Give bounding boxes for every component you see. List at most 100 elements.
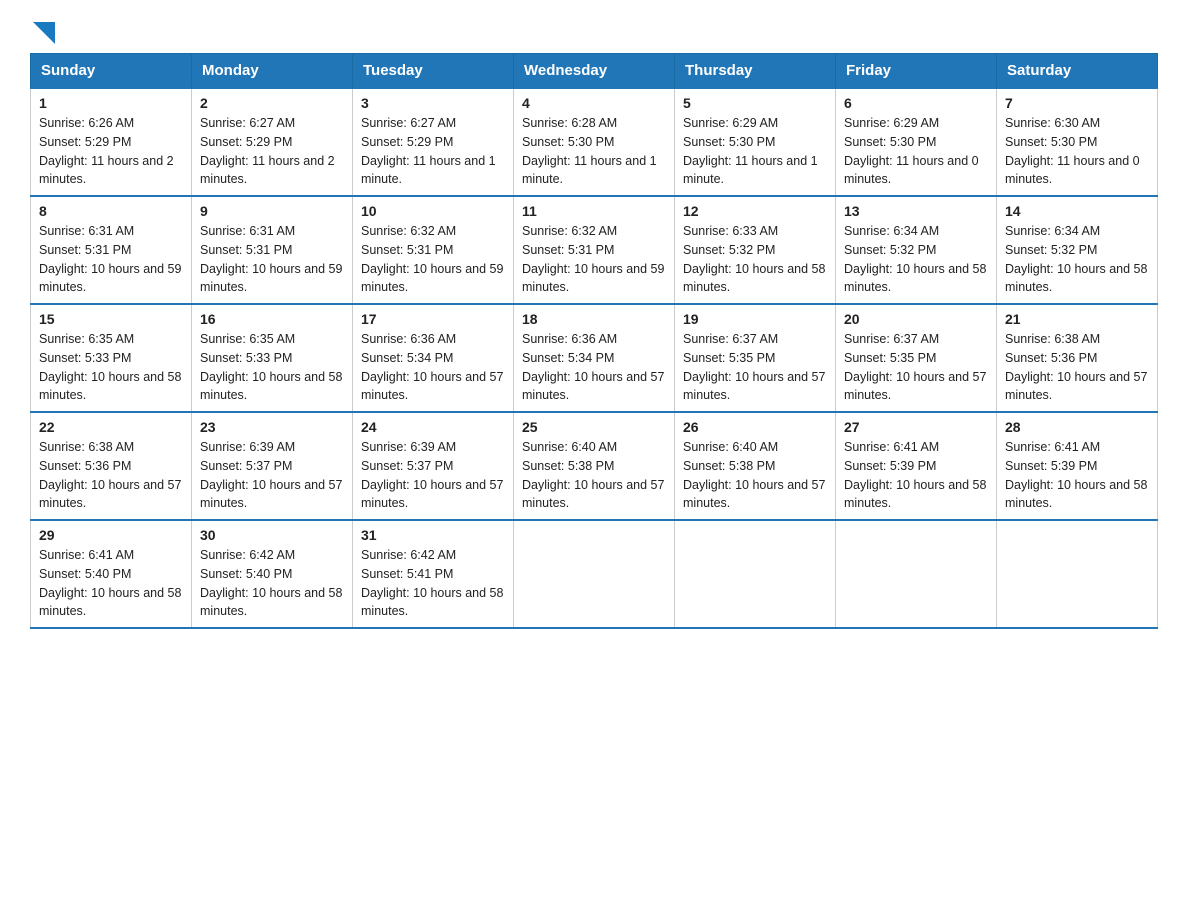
- day-number: 7: [1005, 95, 1149, 111]
- day-number: 1: [39, 95, 183, 111]
- day-number: 17: [361, 311, 505, 327]
- day-number: 11: [522, 203, 666, 219]
- day-number: 16: [200, 311, 344, 327]
- day-cell-11: 11 Sunrise: 6:32 AMSunset: 5:31 PMDayligh…: [514, 196, 675, 304]
- day-cell-5: 5Sunrise: 6:29 AMSunset: 5:30 PMDaylight…: [675, 88, 836, 196]
- day-info: Sunrise: 6:26 AMSunset: 5:29 PMDaylight:…: [39, 114, 183, 189]
- day-cell-13: 13 Sunrise: 6:34 AMSunset: 5:32 PMDayligh…: [836, 196, 997, 304]
- calendar-header-row: SundayMondayTuesdayWednesdayThursdayFrid…: [31, 54, 1158, 89]
- day-cell-27: 27Sunrise: 6:41 AMSunset: 5:39 PMDayligh…: [836, 412, 997, 520]
- day-info: Sunrise: 6:31 AMSunset: 5:31 PMDaylight:…: [39, 222, 183, 297]
- week-row-3: 15 Sunrise: 6:35 AMSunset: 5:33 PMDayligh…: [31, 304, 1158, 412]
- page-header: [30, 20, 1158, 43]
- day-cell-24: 24 Sunrise: 6:39 AMSunset: 5:37 PMDayligh…: [353, 412, 514, 520]
- day-number: 26: [683, 419, 827, 435]
- day-number: 5: [683, 95, 827, 111]
- day-number: 20: [844, 311, 988, 327]
- day-cell-25: 25Sunrise: 6:40 AMSunset: 5:38 PMDayligh…: [514, 412, 675, 520]
- day-cell-28: 28Sunrise: 6:41 AMSunset: 5:39 PMDayligh…: [997, 412, 1158, 520]
- day-number: 6: [844, 95, 988, 111]
- week-row-2: 8 Sunrise: 6:31 AMSunset: 5:31 PMDaylight…: [31, 196, 1158, 304]
- day-info: Sunrise: 6:31 AMSunset: 5:31 PMDaylight:…: [200, 222, 344, 297]
- day-info: Sunrise: 6:41 AMSunset: 5:40 PMDaylight:…: [39, 546, 183, 621]
- day-info: Sunrise: 6:34 AMSunset: 5:32 PMDaylight:…: [844, 222, 988, 297]
- day-info: Sunrise: 6:36 AMSunset: 5:34 PMDaylight:…: [522, 330, 666, 405]
- day-number: 19: [683, 311, 827, 327]
- day-cell-9: 9 Sunrise: 6:31 AMSunset: 5:31 PMDaylight…: [192, 196, 353, 304]
- day-cell-17: 17Sunrise: 6:36 AMSunset: 5:34 PMDayligh…: [353, 304, 514, 412]
- calendar-table: SundayMondayTuesdayWednesdayThursdayFrid…: [30, 53, 1158, 629]
- empty-cell: [514, 520, 675, 628]
- header-tuesday: Tuesday: [353, 54, 514, 89]
- day-cell-29: 29 Sunrise: 6:41 AMSunset: 5:40 PMDayligh…: [31, 520, 192, 628]
- day-number: 18: [522, 311, 666, 327]
- day-number: 15: [39, 311, 183, 327]
- day-cell-12: 12 Sunrise: 6:33 AMSunset: 5:32 PMDayligh…: [675, 196, 836, 304]
- day-number: 12: [683, 203, 827, 219]
- day-number: 30: [200, 527, 344, 543]
- day-info: Sunrise: 6:42 AMSunset: 5:41 PMDaylight:…: [361, 546, 505, 621]
- day-info: Sunrise: 6:32 AMSunset: 5:31 PMDaylight:…: [522, 222, 666, 297]
- header-monday: Monday: [192, 54, 353, 89]
- day-info: Sunrise: 6:27 AMSunset: 5:29 PMDaylight:…: [200, 114, 344, 189]
- day-cell-20: 20 Sunrise: 6:37 AMSunset: 5:35 PMDayligh…: [836, 304, 997, 412]
- day-info: Sunrise: 6:32 AMSunset: 5:31 PMDaylight:…: [361, 222, 505, 297]
- day-number: 27: [844, 419, 988, 435]
- header-saturday: Saturday: [997, 54, 1158, 89]
- day-cell-21: 21Sunrise: 6:38 AMSunset: 5:36 PMDayligh…: [997, 304, 1158, 412]
- day-number: 8: [39, 203, 183, 219]
- day-cell-10: 10 Sunrise: 6:32 AMSunset: 5:31 PMDayligh…: [353, 196, 514, 304]
- day-cell-4: 4 Sunrise: 6:28 AMSunset: 5:30 PMDaylight…: [514, 88, 675, 196]
- day-number: 21: [1005, 311, 1149, 327]
- day-info: Sunrise: 6:37 AMSunset: 5:35 PMDaylight:…: [844, 330, 988, 405]
- day-number: 29: [39, 527, 183, 543]
- day-number: 31: [361, 527, 505, 543]
- week-row-4: 22 Sunrise: 6:38 AMSunset: 5:36 PMDayligh…: [31, 412, 1158, 520]
- empty-cell: [675, 520, 836, 628]
- day-cell-8: 8 Sunrise: 6:31 AMSunset: 5:31 PMDaylight…: [31, 196, 192, 304]
- day-cell-22: 22 Sunrise: 6:38 AMSunset: 5:36 PMDayligh…: [31, 412, 192, 520]
- day-info: Sunrise: 6:39 AMSunset: 5:37 PMDaylight:…: [361, 438, 505, 513]
- day-number: 24: [361, 419, 505, 435]
- day-info: Sunrise: 6:37 AMSunset: 5:35 PMDaylight:…: [683, 330, 827, 405]
- day-number: 28: [1005, 419, 1149, 435]
- day-cell-30: 30Sunrise: 6:42 AMSunset: 5:40 PMDayligh…: [192, 520, 353, 628]
- day-cell-7: 7Sunrise: 6:30 AMSunset: 5:30 PMDaylight…: [997, 88, 1158, 196]
- day-cell-14: 14Sunrise: 6:34 AMSunset: 5:32 PMDayligh…: [997, 196, 1158, 304]
- week-row-1: 1 Sunrise: 6:26 AMSunset: 5:29 PMDaylight…: [31, 88, 1158, 196]
- header-friday: Friday: [836, 54, 997, 89]
- day-cell-31: 31 Sunrise: 6:42 AMSunset: 5:41 PMDayligh…: [353, 520, 514, 628]
- day-cell-26: 26 Sunrise: 6:40 AMSunset: 5:38 PMDayligh…: [675, 412, 836, 520]
- day-info: Sunrise: 6:29 AMSunset: 5:30 PMDaylight:…: [844, 114, 988, 189]
- day-number: 22: [39, 419, 183, 435]
- week-row-5: 29 Sunrise: 6:41 AMSunset: 5:40 PMDayligh…: [31, 520, 1158, 628]
- day-info: Sunrise: 6:33 AMSunset: 5:32 PMDaylight:…: [683, 222, 827, 297]
- day-info: Sunrise: 6:40 AMSunset: 5:38 PMDaylight:…: [683, 438, 827, 513]
- day-info: Sunrise: 6:35 AMSunset: 5:33 PMDaylight:…: [39, 330, 183, 405]
- day-cell-1: 1 Sunrise: 6:26 AMSunset: 5:29 PMDaylight…: [31, 88, 192, 196]
- day-info: Sunrise: 6:38 AMSunset: 5:36 PMDaylight:…: [39, 438, 183, 513]
- empty-cell: [836, 520, 997, 628]
- day-cell-3: 3Sunrise: 6:27 AMSunset: 5:29 PMDaylight…: [353, 88, 514, 196]
- day-number: 14: [1005, 203, 1149, 219]
- day-number: 13: [844, 203, 988, 219]
- day-cell-15: 15 Sunrise: 6:35 AMSunset: 5:33 PMDayligh…: [31, 304, 192, 412]
- day-cell-19: 19 Sunrise: 6:37 AMSunset: 5:35 PMDayligh…: [675, 304, 836, 412]
- day-info: Sunrise: 6:28 AMSunset: 5:30 PMDaylight:…: [522, 114, 666, 189]
- day-info: Sunrise: 6:35 AMSunset: 5:33 PMDaylight:…: [200, 330, 344, 405]
- day-number: 4: [522, 95, 666, 111]
- day-cell-18: 18 Sunrise: 6:36 AMSunset: 5:34 PMDayligh…: [514, 304, 675, 412]
- header-sunday: Sunday: [31, 54, 192, 89]
- day-cell-6: 6 Sunrise: 6:29 AMSunset: 5:30 PMDaylight…: [836, 88, 997, 196]
- day-number: 9: [200, 203, 344, 219]
- header-thursday: Thursday: [675, 54, 836, 89]
- day-number: 23: [200, 419, 344, 435]
- day-number: 25: [522, 419, 666, 435]
- empty-cell: [997, 520, 1158, 628]
- day-cell-23: 23 Sunrise: 6:39 AMSunset: 5:37 PMDayligh…: [192, 412, 353, 520]
- logo-arrow-icon: [33, 22, 55, 44]
- header-wednesday: Wednesday: [514, 54, 675, 89]
- day-info: Sunrise: 6:39 AMSunset: 5:37 PMDaylight:…: [200, 438, 344, 513]
- day-cell-16: 16 Sunrise: 6:35 AMSunset: 5:33 PMDayligh…: [192, 304, 353, 412]
- day-number: 10: [361, 203, 505, 219]
